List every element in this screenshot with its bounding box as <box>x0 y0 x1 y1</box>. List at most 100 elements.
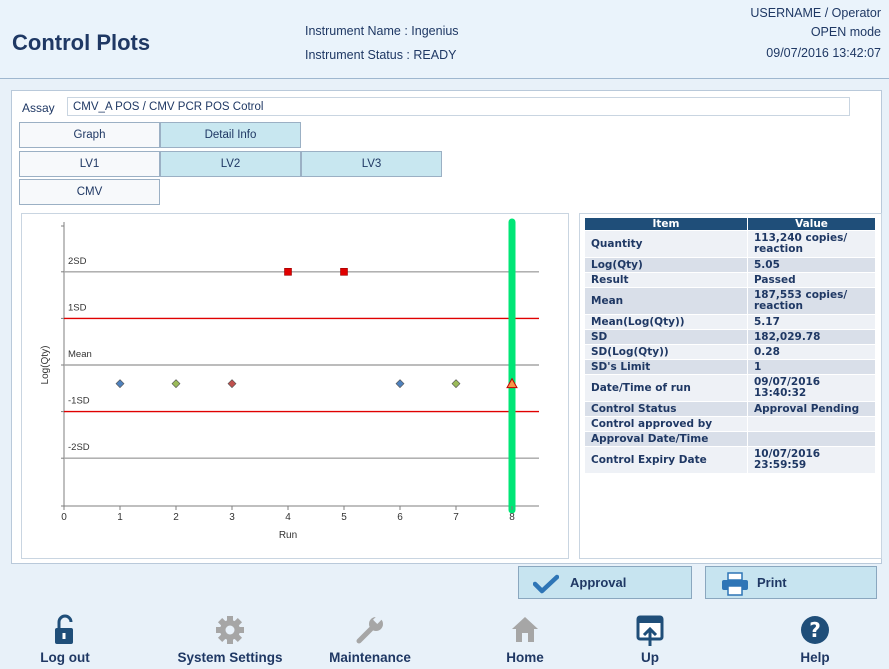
info-value-cell: Passed <box>747 272 876 288</box>
table-row: SD 182,029.78 <box>584 329 876 345</box>
home-label: Home <box>506 650 544 665</box>
datetime-label: 09/07/2016 13:42:07 <box>766 46 881 60</box>
x-tick-label: 5 <box>341 512 347 523</box>
x-axis-label: Run <box>279 530 297 541</box>
table-row: Control Expiry Date 10/07/2016 23:59:59 <box>584 446 876 474</box>
logout-button[interactable]: Log out <box>20 612 110 669</box>
data-point <box>340 267 348 276</box>
home-button[interactable]: Home <box>490 612 560 669</box>
x-tick-label: 3 <box>229 512 235 523</box>
info-value-cell: Approval Pending <box>747 401 876 417</box>
info-item-cell: SD's Limit <box>584 359 748 375</box>
maintenance-label: Maintenance <box>329 650 411 665</box>
system-settings-button[interactable]: System Settings <box>170 612 290 669</box>
info-value-cell: 113,240 copies/ reaction <box>747 230 876 258</box>
x-tick-label: 2 <box>173 512 179 523</box>
detail-info-panel: Item Value Quantity 113,240 copies/ react… <box>579 213 882 559</box>
column-header-value: Value <box>747 217 876 231</box>
tab-detail-info[interactable]: Detail Info <box>160 122 301 148</box>
info-item-cell: Approval Date/Time <box>584 431 748 447</box>
tab-cmv[interactable]: CMV <box>19 179 160 205</box>
info-item-cell: Mean <box>584 287 748 315</box>
table-row: Control Status Approval Pending <box>584 401 876 417</box>
table-row: Approval Date/Time <box>584 431 876 447</box>
help-label: Help <box>800 650 830 665</box>
control-chart: 2SD 1SD Mean -1SD -2SD 0 1 2 3 4 5 6 7 8 Run Log(Qty) <box>40 218 539 541</box>
svg-text:?: ? <box>809 618 821 642</box>
info-value-cell <box>747 416 876 432</box>
tab-graph[interactable]: Graph <box>19 122 160 148</box>
wrench-icon <box>356 614 383 644</box>
gear-icon <box>216 616 244 644</box>
approval-button-label: Approval <box>570 575 627 590</box>
home-icon <box>512 617 538 642</box>
assay-label: Assay <box>22 101 55 115</box>
data-point <box>395 379 405 389</box>
column-header-item: Item <box>584 217 748 231</box>
x-tick-label: 8 <box>509 512 515 523</box>
info-value-cell: 182,029.78 <box>747 329 876 345</box>
logout-label: Log out <box>40 650 90 665</box>
info-item-cell: Result <box>584 272 748 288</box>
page-title: Control Plots <box>12 30 151 55</box>
data-point <box>115 379 125 389</box>
table-row: Control approved by <box>584 416 876 432</box>
data-point <box>227 379 237 389</box>
info-value-cell: 5.17 <box>747 314 876 330</box>
control-chart-panel: 2SD 1SD Mean -1SD -2SD 0 1 2 3 4 5 6 7 8 Run Log(Qty) <box>21 213 569 559</box>
data-point <box>451 379 461 389</box>
table-row: Mean 187,553 copies/ reaction <box>584 287 876 315</box>
x-tick-label: 1 <box>117 512 123 523</box>
header: Control Plots Instrument Name : Ingenius… <box>0 0 889 79</box>
reference-line-label: -1SD <box>68 396 90 407</box>
info-value-cell: 1 <box>747 359 876 375</box>
bottom-navigation: Log out System Settings Maintenance Home… <box>0 612 889 669</box>
x-tick-label: 0 <box>61 512 67 523</box>
tab-lv1[interactable]: LV1 <box>19 151 160 177</box>
reference-line-label: 2SD <box>68 256 87 267</box>
table-row: Quantity 113,240 copies/ reaction <box>584 230 876 258</box>
info-value-cell <box>747 431 876 447</box>
table-row: SD(Log(Qty)) 0.28 <box>584 344 876 360</box>
print-button[interactable]: Print <box>705 566 877 599</box>
info-item-cell: SD(Log(Qty)) <box>584 344 748 360</box>
table-row: Date/Time of run 09/07/2016 13:40:32 <box>584 374 876 402</box>
reference-line-label: -2SD <box>68 442 90 453</box>
info-value-cell: 0.28 <box>747 344 876 360</box>
table-row: Log(Qty) 5.05 <box>584 257 876 273</box>
info-value-cell: 10/07/2016 23:59:59 <box>747 446 876 474</box>
system-settings-label: System Settings <box>177 650 283 665</box>
help-button[interactable]: ? Help <box>780 612 850 669</box>
tab-lv3[interactable]: LV3 <box>301 151 442 177</box>
printer-icon <box>722 572 748 596</box>
table-row: SD's Limit 1 <box>584 359 876 375</box>
x-tick-label: 6 <box>397 512 403 523</box>
info-value-cell: 09/07/2016 13:40:32 <box>747 374 876 402</box>
approval-button[interactable]: Approval <box>518 566 692 599</box>
reference-line-label: 1SD <box>68 302 87 313</box>
table-row: Mean(Log(Qty)) 5.17 <box>584 314 876 330</box>
checkmark-icon <box>533 574 559 594</box>
info-item-cell: SD <box>584 329 748 345</box>
maintenance-button[interactable]: Maintenance <box>315 612 425 669</box>
reference-line-label: Mean <box>68 349 92 360</box>
x-tick-label: 7 <box>453 512 459 523</box>
x-tick-label: 4 <box>285 512 291 523</box>
table-row: Result Passed <box>584 272 876 288</box>
instrument-name: Instrument Name : Ingenius <box>305 24 459 38</box>
info-item-cell: Control approved by <box>584 416 748 432</box>
print-button-label: Print <box>757 575 787 590</box>
up-button[interactable]: Up <box>615 612 685 669</box>
detail-info-table: Item Value Quantity 113,240 copies/ react… <box>584 217 876 474</box>
info-item-cell: Date/Time of run <box>584 374 748 402</box>
info-item-cell: Control Expiry Date <box>584 446 748 474</box>
instrument-status: Instrument Status : READY <box>305 48 457 62</box>
info-value-cell: 187,553 copies/ reaction <box>747 287 876 315</box>
info-item-cell: Log(Qty) <box>584 257 748 273</box>
data-point <box>284 267 292 276</box>
assay-field[interactable]: CMV_A POS / CMV PCR POS Cotrol <box>67 97 850 116</box>
data-point <box>171 379 181 389</box>
tab-lv2[interactable]: LV2 <box>160 151 301 177</box>
help-icon: ? <box>801 616 829 644</box>
up-arrow-icon <box>636 615 664 646</box>
